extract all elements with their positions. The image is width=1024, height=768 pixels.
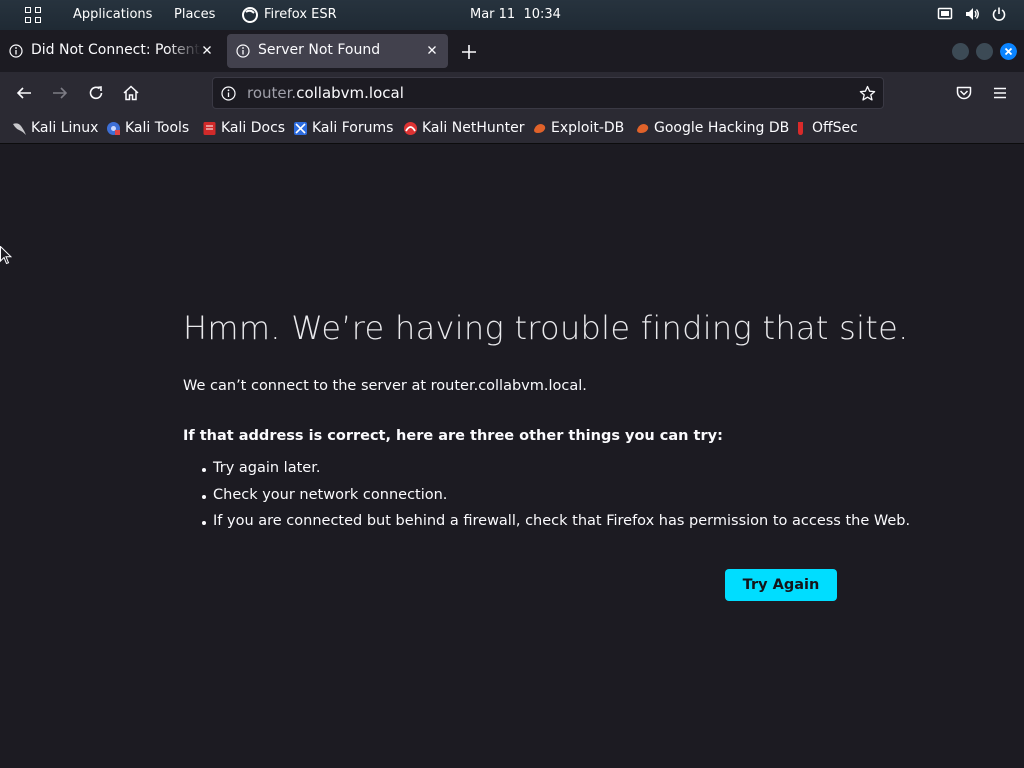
info-icon[interactable] — [221, 86, 236, 101]
page-content: Hmm. We’re having trouble finding that s… — [0, 144, 1024, 768]
back-icon[interactable] — [15, 84, 33, 102]
applications-menu[interactable]: Applications — [73, 7, 152, 22]
try-again-button[interactable]: Try Again — [725, 569, 837, 601]
system-top-bar: Applications Places Firefox ESR Mar 11 1… — [0, 0, 1024, 30]
error-title: Hmm. We’re having trouble finding that s… — [183, 309, 909, 347]
error-description: We can’t connect to the server at router… — [183, 378, 587, 394]
close-window-button[interactable] — [1000, 43, 1017, 60]
ghdb-icon — [637, 124, 649, 133]
power-icon[interactable] — [991, 6, 1007, 22]
info-icon — [236, 44, 250, 58]
tab-did-not-connect[interactable]: Did Not Connect: Potential Security Issu… — [0, 34, 220, 68]
offsec-icon — [798, 122, 803, 135]
forward-icon[interactable] — [51, 84, 69, 102]
close-tab-icon[interactable] — [200, 43, 214, 57]
kali-docs-icon — [203, 122, 216, 135]
tab-strip: Did Not Connect: Potential Security Issu… — [0, 30, 1024, 72]
star-icon[interactable] — [859, 85, 876, 102]
kali-nethunter-icon — [404, 122, 417, 135]
tab-server-not-found[interactable]: Server Not Found — [227, 34, 448, 68]
url-text[interactable]: router.collabvm.local — [247, 84, 404, 102]
firefox-icon — [242, 7, 258, 23]
kali-forums-icon — [294, 122, 307, 135]
reload-icon[interactable] — [87, 84, 105, 102]
home-icon[interactable] — [122, 84, 140, 102]
apps-grid-icon[interactable] — [25, 7, 41, 23]
suggestions-list: Try again later. Check your network conn… — [183, 460, 910, 540]
exploit-db-icon — [534, 124, 546, 133]
display-icon[interactable] — [937, 6, 953, 22]
kali-tools-icon — [107, 122, 120, 135]
mouse-cursor-icon — [0, 246, 12, 265]
volume-icon[interactable] — [964, 6, 980, 22]
info-icon — [9, 44, 23, 58]
active-app-name[interactable]: Firefox ESR — [264, 7, 337, 22]
list-item: If you are connected but behind a firewa… — [183, 513, 910, 540]
maximize-window-button[interactable] — [976, 43, 993, 60]
new-tab-icon[interactable] — [460, 43, 478, 61]
kali-dragon-icon — [13, 123, 26, 135]
pocket-icon[interactable] — [955, 84, 973, 102]
minimize-window-button[interactable] — [952, 43, 969, 60]
navigation-toolbar: router.collabvm.local — [0, 72, 1024, 114]
list-item: Check your network connection. — [183, 487, 910, 514]
clock[interactable]: Mar 11 10:34 — [470, 7, 561, 22]
list-item: Try again later. — [183, 460, 910, 487]
url-bar[interactable]: router.collabvm.local — [212, 77, 884, 109]
close-tab-icon[interactable] — [425, 43, 439, 57]
places-menu[interactable]: Places — [174, 7, 215, 22]
tab-title: Did Not Connect: Potential Security Issu… — [31, 42, 201, 58]
tab-title: Server Not Found — [258, 42, 381, 58]
menu-icon[interactable] — [991, 84, 1009, 102]
bookmarks-toolbar: Kali Linux Kali Tools Kali Docs Kali For… — [0, 114, 1024, 144]
suggestions-heading: If that address is correct, here are thr… — [183, 428, 723, 444]
